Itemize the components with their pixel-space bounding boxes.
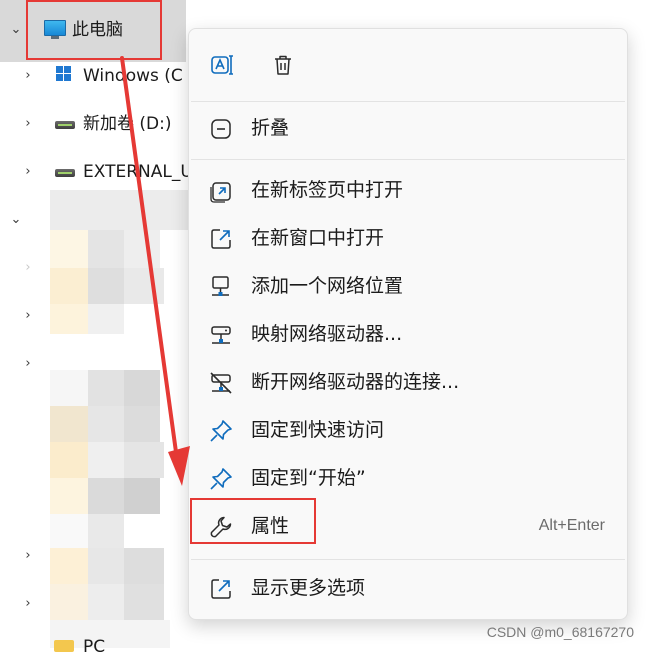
menu-item-label: 固定到快速访问 (251, 419, 385, 441)
chevron-right-icon[interactable]: › (18, 354, 38, 374)
folder-icon (54, 640, 74, 652)
chevron-right-icon[interactable]: › (18, 594, 38, 614)
partial-tree-label: PC (83, 637, 106, 657)
chevron-right-icon[interactable]: › (18, 66, 38, 86)
delete-button[interactable] (265, 47, 301, 83)
menu-item-pin-start[interactable]: 固定到“开始” (189, 455, 627, 501)
chevron-right-icon[interactable]: › (18, 114, 38, 134)
menu-item-label: 在新标签页中打开 (251, 179, 404, 201)
disconnect-network-drive-icon (209, 371, 233, 395)
annotation-box-this-pc (26, 0, 162, 60)
menu-item-open-new-tab[interactable]: 在新标签页中打开 (189, 167, 627, 213)
show-more-icon (209, 577, 233, 601)
menu-item-label: 在新窗口中打开 (251, 227, 385, 249)
menu-item-show-more-options[interactable]: 显示更多选项 (189, 565, 627, 611)
menu-item-open-new-window[interactable]: 在新窗口中打开 (189, 215, 627, 261)
menu-item-map-network-drive[interactable]: 映射网络驱动器... (189, 311, 627, 357)
chevron-right-icon[interactable]: › (18, 258, 38, 278)
context-menu-top-actions (189, 29, 627, 99)
drive-d-label: 新加卷 (D:) (83, 114, 172, 134)
menu-item-add-network-location[interactable]: 添加一个网络位置 (189, 263, 627, 309)
annotation-box-properties (190, 498, 316, 544)
menu-item-label: 添加一个网络位置 (251, 275, 404, 297)
collapse-icon (209, 117, 233, 141)
menu-item-label: 映射网络驱动器... (251, 323, 403, 345)
chevron-right-icon[interactable]: › (18, 162, 38, 182)
menu-item-label: 折叠 (251, 117, 290, 139)
pin-icon (209, 419, 233, 443)
drive-c-label: Windows (C (83, 66, 183, 86)
menu-item-disconnect-network-drive[interactable]: 断开网络驱动器的连接... (189, 359, 627, 405)
menu-item-label: 断开网络驱动器的连接... (251, 371, 460, 393)
chevron-down-icon[interactable]: ⌄ (6, 210, 26, 230)
open-new-window-icon (209, 227, 233, 251)
chevron-right-icon[interactable]: › (18, 306, 38, 326)
trash-icon (271, 53, 295, 77)
external-drive-label: EXTERNAL_U (83, 162, 193, 182)
drive-icon (55, 121, 75, 129)
menu-item-label: 显示更多选项 (251, 577, 366, 599)
rename-icon (210, 52, 236, 78)
map-network-drive-icon (209, 323, 233, 347)
menu-separator (191, 159, 625, 160)
menu-item-collapse[interactable]: 折叠 (189, 105, 627, 151)
windows-drive-icon (56, 66, 72, 82)
menu-separator (191, 559, 625, 560)
chevron-right-icon[interactable]: › (18, 546, 38, 566)
open-new-tab-icon (209, 179, 233, 203)
menu-item-pin-quick-access[interactable]: 固定到快速访问 (189, 407, 627, 453)
menu-separator (191, 101, 625, 102)
menu-item-label: 固定到“开始” (251, 467, 366, 489)
chevron-down-icon[interactable]: ⌄ (6, 20, 26, 40)
drive-icon (55, 169, 75, 177)
keyboard-shortcut: Alt+Enter (538, 517, 605, 534)
watermark-text: CSDN @m0_68167270 (486, 624, 634, 640)
network-location-icon (209, 275, 233, 299)
pin-icon (209, 467, 233, 491)
rename-button[interactable] (205, 47, 241, 83)
